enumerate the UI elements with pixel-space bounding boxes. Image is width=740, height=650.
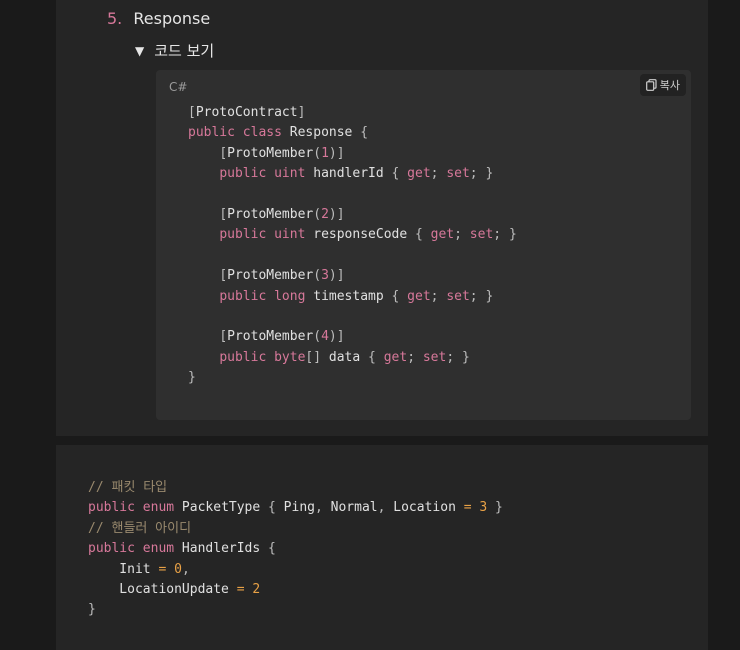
- copy-button[interactable]: 복사: [639, 74, 686, 96]
- code-block: C# 복사 [ProtoContract] public class Respo…: [156, 70, 691, 420]
- code-block-bottom: // 패킷 타입 public enum PacketType { Ping, …: [56, 445, 708, 650]
- numbered-list-item: 5. Response: [107, 9, 210, 28]
- code-language-label[interactable]: C#: [169, 80, 187, 94]
- code-comment: // 핸들러 아이디: [88, 520, 192, 536]
- copy-label: 복사: [659, 79, 680, 92]
- list-item-title: Response: [133, 9, 211, 28]
- toggle-label: 코드 보기: [154, 42, 215, 60]
- list-number: 5.: [107, 9, 123, 28]
- toggle-code-view[interactable]: ▼ 코드 보기: [135, 40, 214, 61]
- toggle-triangle-icon[interactable]: ▼: [135, 44, 144, 58]
- code-content-top[interactable]: [ProtoContract] public class Response { …: [188, 103, 517, 389]
- code-content-bottom[interactable]: // 패킷 타입 public enum PacketType { Ping, …: [88, 478, 503, 621]
- code-comment: // 패킷 타입: [88, 480, 168, 495]
- copy-icon: [645, 79, 657, 91]
